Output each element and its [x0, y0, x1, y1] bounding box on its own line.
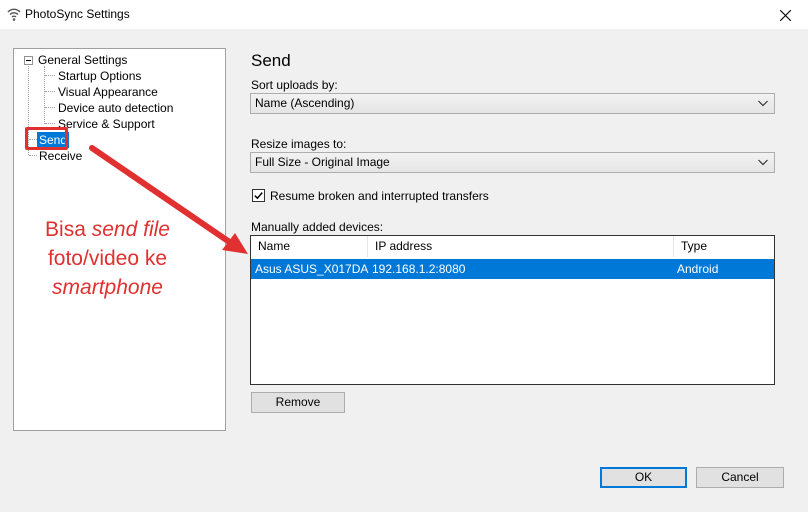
close-button[interactable] — [762, 0, 808, 30]
resume-transfers-label[interactable]: Resume broken and interrupted transfers — [270, 189, 489, 203]
remove-button[interactable]: Remove — [251, 392, 345, 413]
tree-item-device-auto-detection[interactable]: Device auto detection — [56, 100, 175, 116]
checkmark-icon — [254, 192, 263, 200]
ok-button[interactable]: OK — [600, 467, 687, 488]
column-header-ip-address[interactable]: IP address — [368, 236, 674, 257]
resize-images-label: Resize images to: — [251, 137, 347, 151]
window-title: PhotoSync Settings — [25, 7, 130, 21]
annotation-highlight-box — [25, 127, 68, 150]
resize-images-value: Full Size - Original Image — [255, 155, 390, 169]
wifi-sync-icon — [7, 8, 21, 21]
resize-images-dropdown[interactable]: Full Size - Original Image — [250, 152, 775, 173]
title-bar: PhotoSync Settings — [0, 0, 808, 30]
annotation-line3-italic: smartphone — [52, 276, 163, 299]
column-header-type[interactable]: Type — [674, 236, 774, 257]
devices-list[interactable]: Name IP address Type Asus ASUS_X017DA 19… — [250, 235, 775, 385]
device-name-cell: Asus ASUS_X017DA — [255, 262, 369, 276]
table-row[interactable]: Asus ASUS_X017DA 192.168.1.2:8080 Androi… — [251, 259, 774, 279]
annotation-line1-italic: send file — [91, 218, 170, 241]
collapse-icon[interactable] — [24, 56, 33, 65]
tree-item-visual-appearance[interactable]: Visual Appearance — [56, 84, 160, 100]
close-icon — [779, 9, 791, 21]
tree-item-startup-options[interactable]: Startup Options — [56, 68, 143, 84]
sort-uploads-value: Name (Ascending) — [255, 96, 355, 110]
tree-item-receive[interactable]: Receive — [37, 148, 84, 164]
annotation-line1-plain: Bisa — [45, 218, 92, 241]
sort-uploads-dropdown[interactable]: Name (Ascending) — [250, 93, 775, 114]
annotation-line2: foto/video ke — [47, 247, 168, 270]
tree-item-service-support[interactable]: Service & Support — [56, 116, 157, 132]
chevron-down-icon — [758, 100, 768, 107]
column-header-name[interactable]: Name — [251, 236, 368, 257]
tree-item-general-settings[interactable]: General Settings — [36, 52, 129, 68]
devices-list-header: Name IP address Type — [251, 236, 774, 257]
resume-transfers-checkbox[interactable] — [252, 189, 265, 202]
device-ip-cell: 192.168.1.2:8080 — [372, 262, 466, 276]
device-type-cell: Android — [677, 262, 719, 276]
annotation-text: Bisa send file foto/video ke smartphone — [20, 215, 195, 302]
sort-uploads-label: Sort uploads by: — [251, 78, 338, 92]
chevron-down-icon — [758, 159, 768, 166]
cancel-button[interactable]: Cancel — [696, 467, 784, 488]
manual-devices-label: Manually added devices: — [251, 220, 384, 234]
section-title: Send — [251, 51, 291, 70]
